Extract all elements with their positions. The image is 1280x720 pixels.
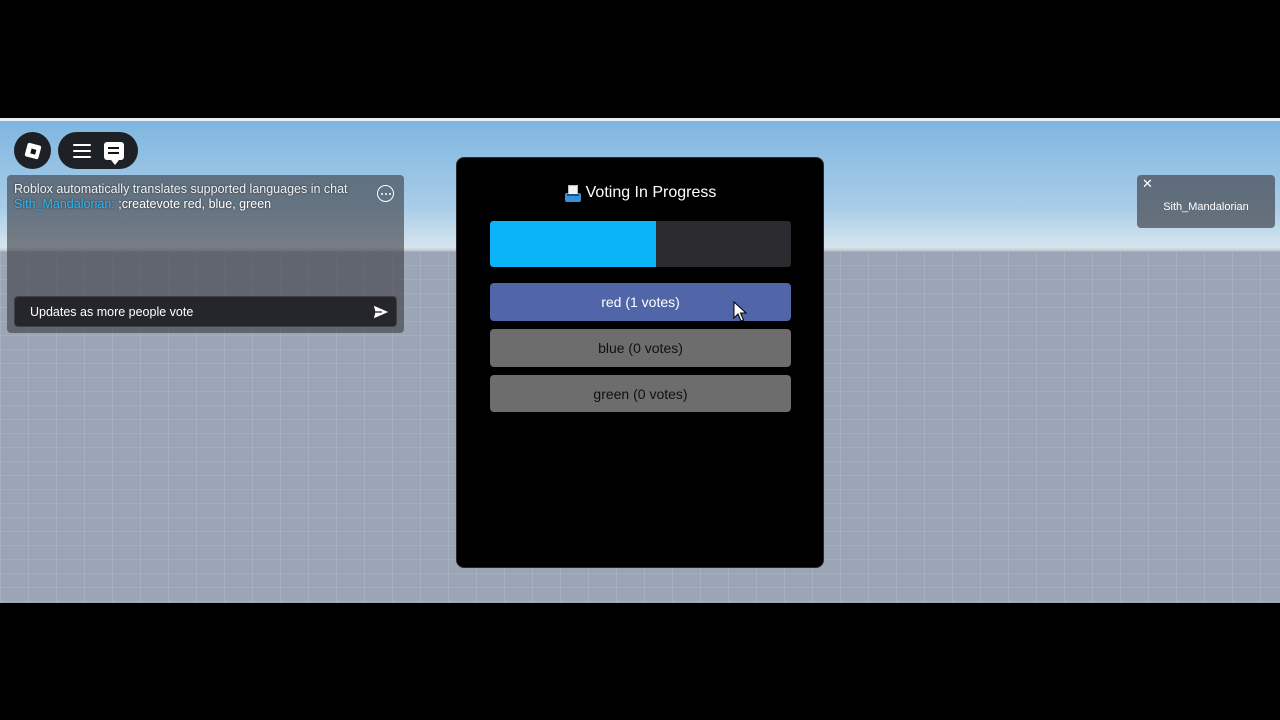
vote-title-row: Voting In Progress (457, 184, 823, 202)
hamburger-icon[interactable] (72, 143, 91, 158)
close-icon[interactable]: ✕ (1142, 176, 1153, 192)
chat-window: Roblox automatically translates supporte… (7, 175, 404, 333)
vote-progress-bar (490, 221, 791, 267)
chat-input[interactable]: Updates as more people vote (14, 296, 397, 327)
send-icon[interactable] (372, 303, 390, 321)
mouse-cursor-icon (733, 301, 747, 322)
topbar-menu-pill (58, 132, 138, 169)
player-list-card: ✕ Sith_Mandalorian (1137, 175, 1275, 228)
vote-option-blue[interactable]: blue (0 votes) (490, 329, 791, 367)
chat-username[interactable]: Sith_Mandalorian: (14, 197, 115, 211)
chat-icon[interactable] (103, 141, 124, 165)
vote-progress-fill (490, 221, 656, 267)
roblox-logo-icon (23, 141, 42, 160)
ballot-box-icon (564, 184, 582, 202)
roblox-menu-button[interactable] (14, 132, 51, 169)
chat-message: Sith_Mandalorian: ;createvote red, blue,… (14, 197, 271, 211)
vote-option-green[interactable]: green (0 votes) (490, 375, 791, 412)
chat-input-text: Updates as more people vote (30, 305, 194, 319)
more-options-icon[interactable] (377, 185, 394, 202)
chat-message-text: ;createvote red, blue, green (114, 197, 272, 211)
vote-title: Voting In Progress (585, 184, 717, 201)
chat-system-notice: Roblox automatically translates supporte… (14, 182, 348, 196)
player-name[interactable]: Sith_Mandalorian (1137, 201, 1275, 213)
voting-panel: Voting In Progress red (1 votes) blue (0… (456, 157, 824, 568)
